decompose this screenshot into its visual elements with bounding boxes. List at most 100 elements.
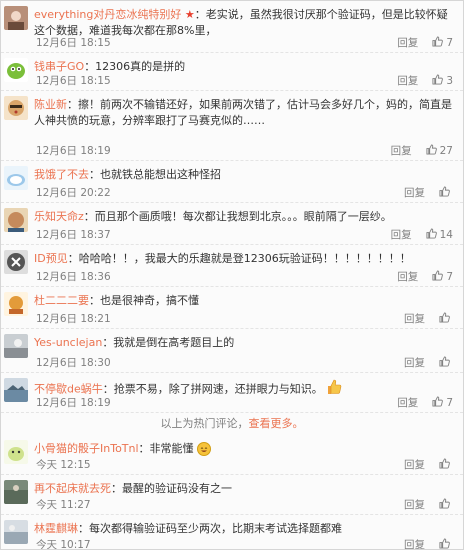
thumbs-up-icon <box>432 396 444 410</box>
avatar[interactable] <box>4 6 28 30</box>
avatar[interactable] <box>4 96 28 120</box>
reply-button[interactable]: 回复 <box>397 271 418 283</box>
like-button[interactable] <box>439 498 453 512</box>
comment-text: ：而且那个画质哦！每次都让我想到北京。。。眼前隔了一层纱。 <box>83 210 392 223</box>
vip-star-icon: ★ <box>184 8 195 21</box>
comment-actions: 回复 7 <box>397 35 453 50</box>
comment-username[interactable]: ID预见 <box>34 252 68 265</box>
reply-button[interactable]: 回复 <box>404 357 425 369</box>
comment-username[interactable]: 陈业新 <box>34 98 67 111</box>
avatar[interactable] <box>4 208 28 232</box>
comment-item: 林霆麒琳：每次都得输验证码至少两次，比期末考试选择题都难今天 10:17 回复 <box>1 515 463 550</box>
comment-actions: 回复 <box>404 355 453 370</box>
comment-text: ：每次都得输验证码至少两次，比期末考试选择题都难 <box>78 522 342 535</box>
comment-time: 12月6日 18:19 <box>36 145 111 157</box>
reply-button[interactable]: 回复 <box>404 539 425 549</box>
comment-username[interactable]: 再不起床就去死 <box>34 482 111 495</box>
comment-body: 乐知天命z：而且那个画质哦！每次都让我想到北京。。。眼前隔了一层纱。 <box>34 209 457 225</box>
reply-button[interactable]: 回复 <box>397 37 418 49</box>
comment-text: ：哈哈哈！！，我最大的乐趣就是登12306玩验证码！！！！！！！！ <box>67 252 411 265</box>
comment-text: ：非常能懂 <box>138 442 194 455</box>
like-button[interactable]: 7 <box>432 36 453 50</box>
thumbs-up-icon <box>432 36 444 50</box>
comment-text: ：12306真的是拼的 <box>84 60 186 73</box>
comment-username[interactable]: 林霆麒琳 <box>34 522 78 535</box>
comment-time: 12月6日 18:19 <box>36 397 111 409</box>
comment-time: 12月6日 18:37 <box>36 229 111 241</box>
comment-text: ：也是很神奇，搞不懂 <box>89 294 199 307</box>
like-button[interactable] <box>439 538 453 549</box>
reply-button[interactable]: 回复 <box>397 397 418 409</box>
comment-actions: 回复 7 <box>397 269 453 284</box>
comment-username[interactable]: 钱串子GO <box>34 60 84 73</box>
reply-button[interactable]: 回复 <box>391 145 412 157</box>
thumbs-up-icon <box>439 458 450 472</box>
avatar[interactable] <box>4 250 28 274</box>
comment-text: ：我就是倒在高考题目上的 <box>102 336 235 349</box>
comment-body: 林霆麒琳：每次都得输验证码至少两次，比期末考试选择题都难 <box>34 521 457 537</box>
reply-button[interactable]: 回复 <box>397 75 418 87</box>
laugh-emoji-icon <box>197 442 212 456</box>
comment-username[interactable]: everything对丹恋冰纯特别好 <box>34 8 181 21</box>
like-count: 7 <box>446 271 453 283</box>
comment-actions: 回复 <box>404 311 453 326</box>
comment-username[interactable]: 不停歇de蜗牛 <box>34 383 103 396</box>
like-button[interactable]: 27 <box>426 144 453 157</box>
like-count: 7 <box>446 397 453 409</box>
avatar[interactable] <box>4 334 28 358</box>
comment-body: 再不起床就去死：最醒的验证码没有之一 <box>34 481 457 497</box>
like-button[interactable] <box>439 356 453 369</box>
like-count: 14 <box>439 229 453 241</box>
comment-body: 杜二二二要：也是很神奇，搞不懂 <box>34 293 457 309</box>
thumbs-up-icon <box>439 538 450 549</box>
reply-button[interactable]: 回复 <box>404 459 425 471</box>
comment-actions: 回复 <box>404 497 453 512</box>
comment-time: 今天 11:27 <box>36 499 91 511</box>
hot-comments-note: 以上为热门评论， <box>160 417 249 430</box>
comment-text: ：擦！前两次不输错还好，如果前两次错了，估计马会多好几个，妈的，简直是人神共愤的… <box>34 98 452 127</box>
comment-item: everything对丹恋冰纯特别好 ★：老实说，虽然我很讨厌那个验证码，但是比… <box>1 1 463 53</box>
view-more-link[interactable]: 查看更多。 <box>249 417 304 430</box>
comment-item: 我饿了不去：也就铁总能想出这种怪招 12月6日 20:22 回复 <box>1 161 463 203</box>
comment-actions: 回复 7 <box>397 395 453 410</box>
like-button[interactable] <box>439 458 453 472</box>
comment-time: 12月6日 18:15 <box>36 37 111 49</box>
comment-username[interactable]: 乐知天命z <box>34 210 84 223</box>
comment-username[interactable]: 我饿了不去 <box>34 168 89 181</box>
comment-text: ：也就铁总能想出这种怪招 <box>89 168 221 181</box>
like-button[interactable]: 7 <box>432 396 453 410</box>
avatar[interactable] <box>4 166 28 190</box>
comment-username[interactable]: 小骨猫的骰子InToTnl <box>34 442 139 455</box>
reply-button[interactable]: 回复 <box>391 229 412 241</box>
like-button[interactable] <box>439 186 453 200</box>
like-count: 3 <box>446 75 453 87</box>
like-count: 27 <box>439 145 453 157</box>
thumbs-up-icon <box>439 186 450 200</box>
avatar[interactable] <box>4 440 28 464</box>
thumbs-up-icon <box>439 498 450 512</box>
avatar[interactable] <box>4 378 28 402</box>
reply-button[interactable]: 回复 <box>404 499 425 511</box>
like-button[interactable] <box>439 312 453 325</box>
reply-button[interactable]: 回复 <box>404 187 425 199</box>
comment-time: 今天 12:15 <box>36 459 91 471</box>
comment-time: 12月6日 18:36 <box>36 271 111 283</box>
like-button[interactable]: 14 <box>426 228 453 241</box>
like-button[interactable]: 3 <box>432 74 453 87</box>
avatar[interactable] <box>4 520 28 544</box>
comment-username[interactable]: Yes-unclejan <box>34 336 102 349</box>
thumbs-up-emoji-icon <box>326 379 342 400</box>
avatar[interactable] <box>4 58 28 82</box>
comment-time: 12月6日 18:15 <box>36 75 111 87</box>
hot-comments-footer: 以上为热门评论，查看更多。 <box>1 413 463 435</box>
comment-body: ID预见：哈哈哈！！，我最大的乐趣就是登12306玩验证码！！！！！！！！ <box>34 251 457 267</box>
avatar[interactable] <box>4 292 28 316</box>
like-button[interactable]: 7 <box>432 270 453 284</box>
comment-actions: 回复 27 <box>391 143 453 158</box>
reply-button[interactable]: 回复 <box>404 313 425 325</box>
comment-actions: 回复 14 <box>391 227 453 242</box>
avatar[interactable] <box>4 480 28 504</box>
comment-username[interactable]: 杜二二二要 <box>34 294 89 307</box>
comment-time: 今天 10:17 <box>36 539 91 550</box>
thumbs-up-icon <box>432 270 444 284</box>
